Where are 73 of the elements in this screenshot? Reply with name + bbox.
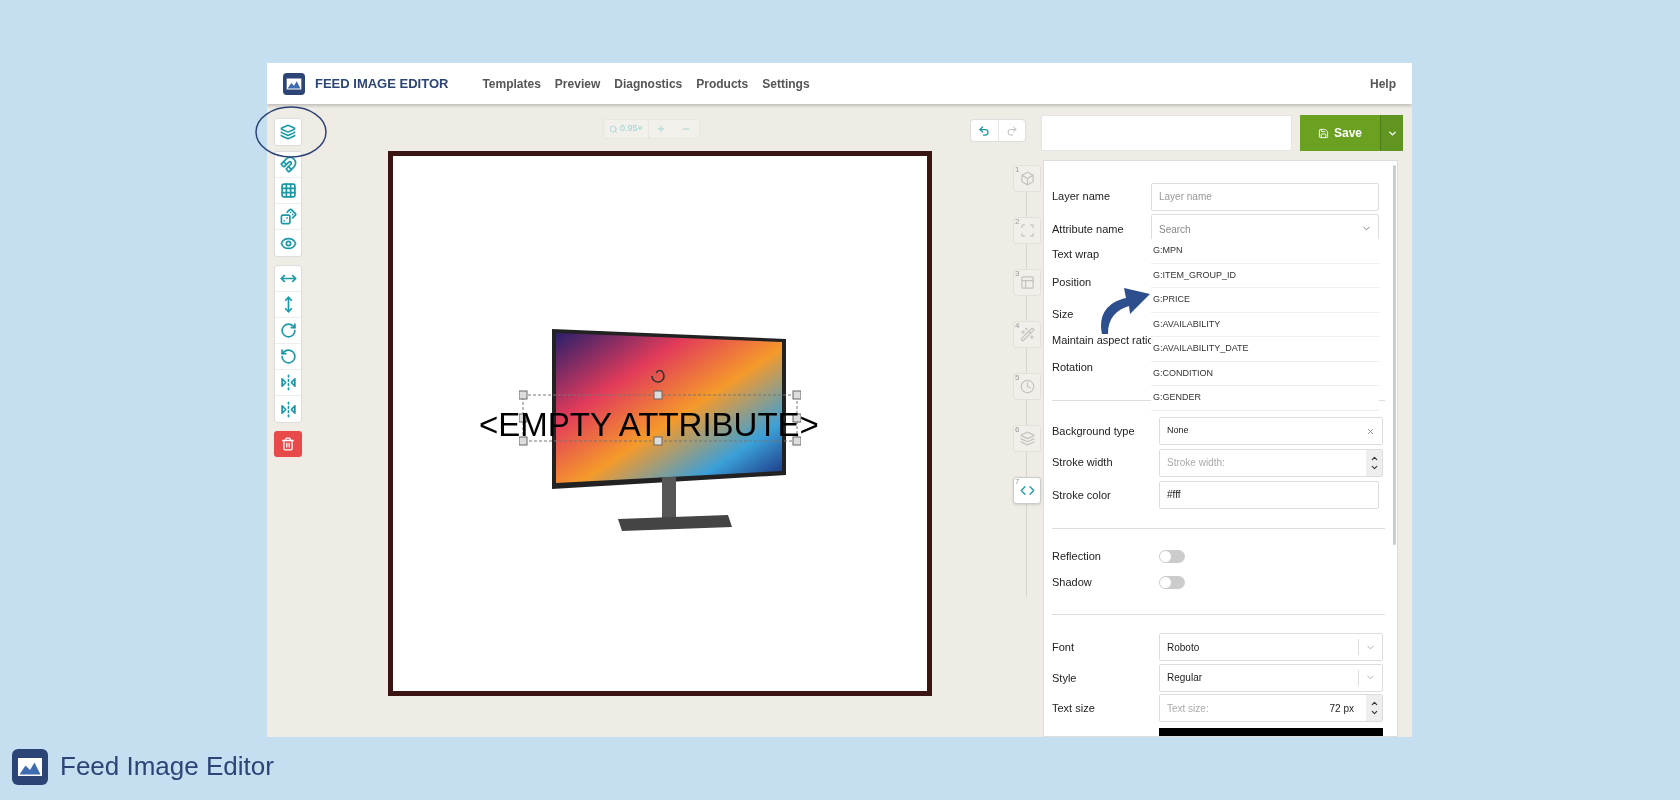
dropdown-option[interactable]: G:AVAILABILITY_DATE [1151,337,1379,362]
dropdown-option[interactable]: G:PRICE [1151,288,1379,313]
toggle-switch[interactable] [1159,550,1185,564]
delete-button[interactable] [274,431,302,457]
field-label: Layer name [1052,189,1112,205]
toggle-switch[interactable] [1159,576,1185,590]
app-logo-icon [283,72,305,95]
select-field[interactable]: Roboto [1159,633,1383,662]
field-label: Text size [1052,701,1096,717]
field-label: Rotation [1052,360,1094,376]
step-number: 5 [1015,373,1020,382]
select-value: None [1167,424,1190,438]
spin-buttons[interactable] [1366,695,1382,722]
dropdown-option[interactable]: G:AVAILABILITY [1151,312,1379,337]
dropdown-option[interactable]: G:GENDER [1151,386,1379,411]
frame-corners-icon [1019,223,1035,238]
layout-icon [1019,275,1035,290]
step-number: 6 [1015,425,1020,434]
layers-icon [1019,431,1035,446]
step-number: 1 [1015,165,1020,174]
field-label: Size [1052,307,1075,323]
dropdown-option[interactable]: G:ITEM_GROUP_ID [1151,263,1379,288]
trash-icon [281,437,295,451]
field-label: Font [1052,640,1075,656]
layers-icon [280,124,296,140]
field-label: Stroke width [1052,455,1114,471]
app-brand: FEED IMAGE EDITOR [315,74,449,93]
spin-buttons[interactable] [1366,449,1382,476]
text-input-field[interactable] [1041,115,1292,151]
field-label: Shadow [1052,575,1093,591]
scrollbar[interactable] [1393,165,1396,545]
field-label: Attribute name [1052,221,1125,237]
field-label: Reflection [1052,549,1102,565]
nav-link[interactable]: Products [696,74,749,93]
step-number: 3 [1015,269,1020,278]
dropdown-option[interactable]: G:CONDITION [1151,361,1379,386]
background-type-select[interactable]: None [1159,417,1383,446]
layer-name-field[interactable]: Layer name [1151,182,1379,211]
brand-logo-icon [12,748,48,785]
plus-icon [656,124,667,134]
clear-icon [1366,426,1375,436]
undo-icon [978,124,991,137]
field-label: Stroke color [1052,487,1112,503]
wand-icon [1019,327,1035,342]
nav-link[interactable]: Preview [554,74,601,93]
footer-brand: Feed Image Editor [60,750,274,783]
stroke-width-field[interactable]: Stroke width: [1159,448,1383,477]
help-link[interactable]: Help [1370,74,1396,93]
field-prefix: Text size: [1167,701,1209,716]
select-field[interactable]: Regular [1159,663,1383,692]
cube-icon [1019,171,1035,186]
field-label: Style [1052,670,1078,686]
zoom-icon [609,124,618,134]
clock-icon [1019,379,1035,394]
step-number: 2 [1015,217,1020,226]
color-swatch[interactable] [1159,728,1383,736]
field-value: 72 px [1329,701,1354,716]
code-icon [1019,483,1035,498]
field-label: Background type [1052,423,1136,439]
nav-link[interactable]: Templates [482,74,541,93]
text-size-field[interactable]: Text size: 72 px [1159,694,1383,723]
zoom-value: 0.95× [620,122,643,136]
nav-link[interactable]: Diagnostics [614,74,683,93]
step-number: 4 [1015,321,1020,330]
nav-link[interactable]: Settings [762,74,810,93]
field-label: Maintain aspect ratio [1052,332,1151,346]
layers-button[interactable] [274,118,302,146]
stroke-color-field[interactable]: #fff [1159,480,1379,509]
dropdown-option[interactable]: G:MPN [1151,239,1379,264]
field-label: Text wrap [1052,247,1101,263]
field-label: Position [1052,274,1093,290]
redo-icon [1005,124,1018,137]
step-number: 7 [1015,477,1020,486]
